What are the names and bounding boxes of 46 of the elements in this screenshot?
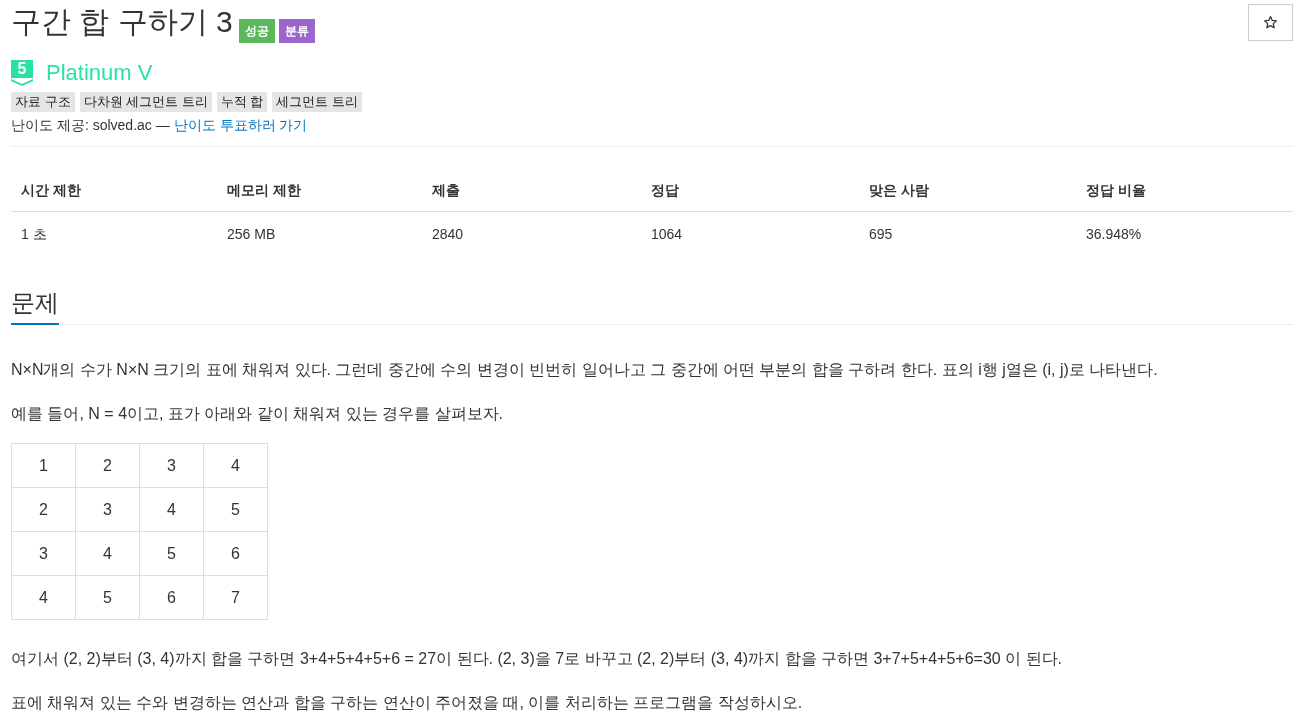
column-header: 시간 제한 bbox=[21, 182, 81, 198]
grid-cell: 6 bbox=[139, 575, 204, 620]
credit-text: 난이도 제공: solved.ac — bbox=[11, 116, 170, 135]
tag-link[interactable]: 자료 구조 bbox=[11, 92, 75, 112]
section-heading: 문제 bbox=[11, 288, 59, 325]
status-label: 분류 bbox=[278, 19, 315, 43]
grid-cell: 5 bbox=[203, 487, 268, 532]
tag-link[interactable]: 세그먼트 트리 bbox=[272, 92, 363, 112]
problem-paragraph: 표에 채워져 있는 수와 변경하는 연산과 합을 구하는 연산이 주어졌을 때, 이를 처리하는 프로그램을 작성하시오. bbox=[11, 693, 803, 713]
grid-cell: 4 bbox=[11, 575, 76, 620]
grid-cell: 3 bbox=[139, 443, 204, 488]
problem-paragraph: N×N개의 수가 N×N 크기의 표에 채워져 있다. 그런데 중간에 수의 변경이 빈번히 일어나고 그 중간에 어떤 부분의 합을 구하려 한다. 표의 i행 j열은 (i, j)로 나타낸다. bbox=[11, 360, 1158, 380]
star-icon bbox=[1263, 15, 1278, 30]
star-button[interactable] bbox=[1248, 4, 1293, 41]
tag-link[interactable]: 누적 합 bbox=[216, 92, 268, 112]
problem-title: 구간 합 구하기 3 bbox=[11, 4, 233, 40]
table-cell: 36.948% bbox=[1086, 226, 1142, 242]
vote-link[interactable]: 난이도 투표하러 가기 bbox=[173, 115, 308, 135]
grid-cell: 4 bbox=[75, 531, 140, 576]
grid-cell: 3 bbox=[75, 487, 140, 532]
tag-link[interactable]: 다차원 세그먼트 트리 bbox=[79, 92, 212, 112]
grid-cell: 3 bbox=[11, 531, 76, 576]
grid-cell: 5 bbox=[75, 575, 140, 620]
column-header: 정답 bbox=[651, 182, 679, 198]
column-header: 메모리 제한 bbox=[227, 182, 301, 198]
problem-paragraph: 예를 들어, N = 4이고, 표가 아래와 같이 채워져 있는 경우를 살펴보자. bbox=[11, 404, 504, 424]
grid-cell: 1 bbox=[11, 443, 76, 488]
grid-cell: 7 bbox=[203, 575, 268, 620]
table-cell: 1 초 bbox=[21, 226, 47, 242]
grid-cell: 2 bbox=[75, 443, 140, 488]
grid-cell: 2 bbox=[11, 487, 76, 532]
problem-paragraph: 여기서 (2, 2)부터 (3, 4)까지 합을 구하면 3+4+5+4+5+6 = 27이 된다. (2, 3)을 7로 바꾸고 (2, 2)부터 (3, 4)까지 합을 구하면 3+7+5+4+5+6=30 이 된다. bbox=[11, 649, 1063, 669]
grid-cell: 5 bbox=[139, 531, 204, 576]
status-label: 성공 bbox=[238, 19, 275, 43]
column-header: 맞은 사람 bbox=[869, 182, 929, 198]
chevron-icon bbox=[11, 79, 33, 86]
column-header: 정답 비율 bbox=[1086, 182, 1146, 198]
tier-name: Platinum V bbox=[46, 60, 153, 86]
table-cell: 2840 bbox=[432, 226, 464, 242]
table-cell: 1064 bbox=[651, 226, 683, 242]
column-header: 제출 bbox=[432, 182, 460, 198]
table-cell: 256 MB bbox=[227, 226, 276, 242]
grid-cell: 4 bbox=[139, 487, 204, 532]
grid-cell: 6 bbox=[203, 531, 268, 576]
grid-cell: 4 bbox=[203, 443, 268, 488]
table-cell: 695 bbox=[869, 226, 893, 242]
